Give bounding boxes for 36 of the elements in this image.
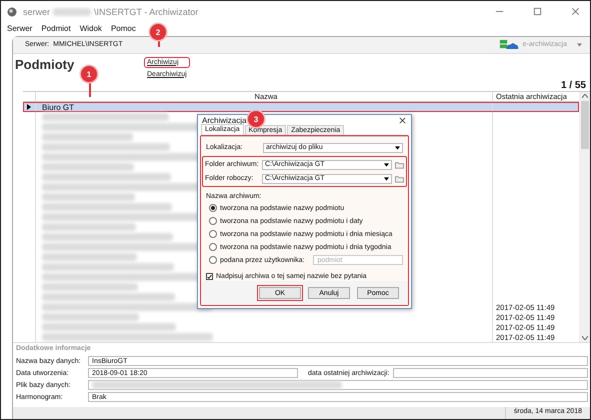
window-title: serwer — [23, 6, 50, 16]
caret-icon[interactable] — [384, 176, 389, 180]
menu-item[interactable]: Widok — [80, 24, 102, 32]
scrollbar-thumb[interactable] — [580, 101, 588, 150]
maximize-icon[interactable] — [533, 7, 542, 16]
page-heading: Podmioty — [15, 56, 76, 72]
cloud-icon — [498, 39, 519, 50]
scroll-down-icon[interactable] — [582, 336, 588, 340]
table-cell: Biuro GT — [42, 102, 74, 112]
radio-button[interactable] — [209, 204, 217, 212]
leader-line — [89, 81, 90, 97]
caret-icon[interactable] — [384, 162, 389, 166]
menu-item[interactable]: Podmiot — [41, 24, 71, 32]
row-pointer-icon — [27, 104, 31, 110]
scroll-up-icon[interactable] — [582, 94, 588, 98]
text-field[interactable] — [88, 380, 588, 390]
menu-item[interactable]: Pomoc — [110, 24, 136, 32]
table-row[interactable]: Biuro GT — [23, 102, 579, 112]
callout-number: 3 — [248, 111, 264, 127]
window-title: \INSERTGT - Archiwizator — [94, 6, 198, 16]
text-field[interactable] — [393, 368, 588, 378]
radio-button[interactable] — [209, 256, 217, 264]
close-icon[interactable] — [399, 116, 406, 124]
radio-button[interactable] — [209, 243, 217, 251]
menu-item[interactable]: Serwer — [7, 24, 32, 32]
radio-button[interactable] — [209, 217, 217, 225]
record-counter: 1 / 55 — [560, 80, 586, 92]
dialog-title: Archiwizacja — [202, 116, 246, 124]
callout-number: 1 — [81, 66, 97, 82]
blurred-text — [53, 8, 92, 16]
checkbox[interactable] — [206, 272, 213, 280]
radio-button[interactable] — [209, 230, 217, 238]
caret-icon[interactable] — [395, 146, 400, 150]
app-icon — [7, 6, 17, 16]
scrollbar[interactable] — [579, 92, 590, 342]
callout-number: 2 — [150, 24, 166, 40]
